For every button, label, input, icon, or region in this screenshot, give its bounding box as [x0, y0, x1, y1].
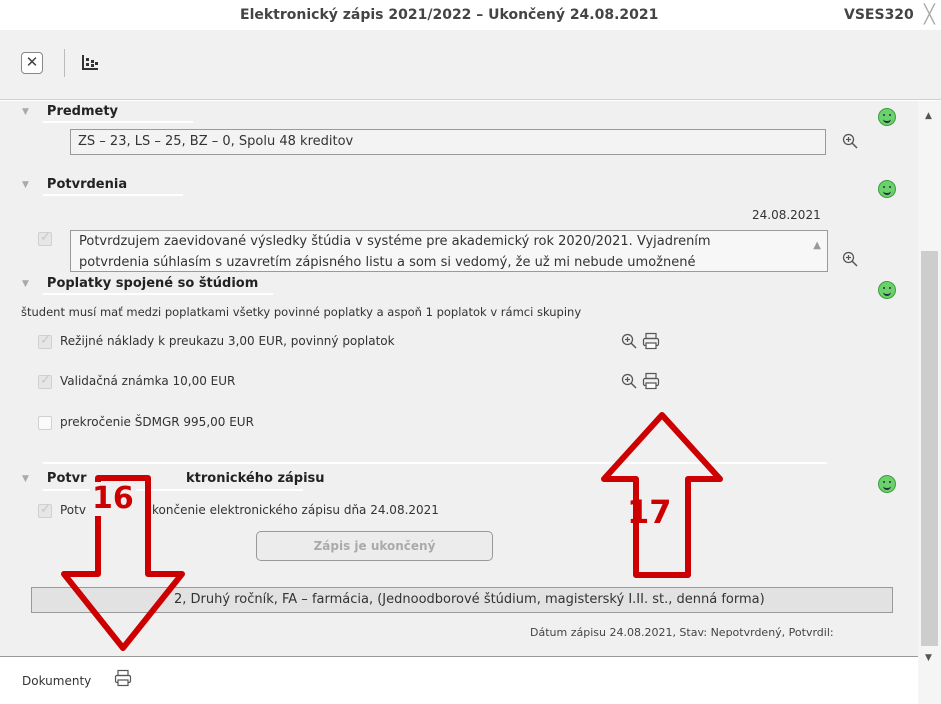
- scroll-up-icon[interactable]: ▲: [925, 111, 932, 121]
- zoom-icon[interactable]: [621, 333, 637, 349]
- confirmation-text: Potvrdzujem zaevidované výsledky štúdia …: [70, 230, 828, 272]
- section-divider: [43, 194, 183, 196]
- credits-field: ZS – 23, LS – 25, BZ – 0, Spolu 48 kredi…: [70, 129, 826, 155]
- toolbar: [0, 30, 941, 100]
- section-predmety-header[interactable]: ▼ Predmety: [22, 104, 118, 119]
- zoom-icon[interactable]: [842, 133, 858, 149]
- section-poplatky-header[interactable]: ▼ Poplatky spojené so štúdiom: [22, 276, 265, 291]
- zoom-icon[interactable]: [842, 251, 858, 267]
- window-code: VSES320: [844, 7, 914, 23]
- section-potvrdenia-header[interactable]: ▼ Potvrdenia: [22, 177, 127, 192]
- collapse-triangle-icon[interactable]: ▼: [22, 279, 29, 289]
- confirmation-text-line: potvrdenia súhlasím s uzavretím zápisnéh…: [79, 255, 696, 270]
- confirmation-text-line: Potvrdzujem zaevidované výsledky štúdia …: [79, 234, 711, 249]
- close-button[interactable]: ✕: [21, 52, 43, 74]
- enrollment-end-label-right: končenie elektronického zápisu dňa 24.08…: [152, 503, 439, 517]
- fee-label: Validačná známka 10,00 EUR: [60, 374, 236, 388]
- toolbar-divider: [64, 49, 65, 77]
- callout-number-16: 16: [90, 481, 136, 516]
- hierarchy-icon[interactable]: [80, 53, 100, 73]
- title-bar: Elektronický zápis 2021/2022 – Ukončený …: [0, 0, 941, 30]
- zoom-icon[interactable]: [621, 373, 637, 389]
- main-content: ▼ Predmety ZS – 23, LS – 25, BZ – 0, Spo…: [0, 101, 918, 656]
- fees-note: študent musí mať medzi poplatkami všetky…: [21, 305, 582, 319]
- status-smiley-icon: [878, 108, 896, 126]
- confirmation-checkbox[interactable]: [38, 230, 52, 246]
- fee-checkbox[interactable]: [38, 333, 52, 349]
- fee-label: Režijné náklady k preukazu 3,00 EUR, pov…: [60, 334, 395, 348]
- confirmation-date: 24.08.2021: [752, 208, 821, 222]
- printer-icon[interactable]: [114, 669, 132, 687]
- vertical-scrollbar[interactable]: ▲ ▼: [918, 101, 941, 704]
- documents-label: Dokumenty: [22, 674, 92, 688]
- fee-checkbox[interactable]: [38, 373, 52, 389]
- status-smiley-icon: [878, 180, 896, 198]
- collapse-triangle-icon[interactable]: ▼: [22, 474, 29, 484]
- documents-bar: Dokumenty: [0, 656, 918, 704]
- fee-checkbox[interactable]: [38, 416, 52, 430]
- status-smiley-icon: [878, 475, 896, 493]
- collapse-triangle-icon[interactable]: ▼: [22, 107, 29, 117]
- window-close-icon[interactable]: ╳: [924, 4, 935, 25]
- window-title: Elektronický zápis 2021/2022 – Ukončený …: [240, 7, 659, 23]
- section-title: Poplatky spojené so štúdiom: [46, 276, 259, 291]
- scroll-down-icon[interactable]: ▼: [925, 653, 932, 663]
- printer-icon[interactable]: [642, 372, 660, 390]
- section-divider: [43, 293, 273, 295]
- printer-icon[interactable]: [642, 332, 660, 350]
- status-smiley-icon: [878, 281, 896, 299]
- enrollment-date-status: Dátum zápisu 24.08.2021, Stav: Nepotvrde…: [530, 626, 834, 639]
- section-title: Potvrdenia: [46, 177, 128, 192]
- section-divider: [43, 121, 193, 123]
- enrollment-finished-button[interactable]: Zápis je ukončený: [256, 531, 493, 561]
- textarea-scroll-up-icon[interactable]: ▲: [813, 235, 821, 256]
- enrollment-end-checkbox[interactable]: [38, 502, 52, 518]
- scrollbar-thumb[interactable]: [921, 251, 938, 646]
- callout-number-17: 17: [627, 493, 672, 531]
- collapse-triangle-icon[interactable]: ▼: [22, 180, 29, 190]
- section-title: Predmety: [46, 104, 119, 119]
- section-title-right: ktronického zápisu: [186, 471, 325, 486]
- fee-label: prekročenie ŠDMGR 995,00 EUR: [60, 415, 254, 429]
